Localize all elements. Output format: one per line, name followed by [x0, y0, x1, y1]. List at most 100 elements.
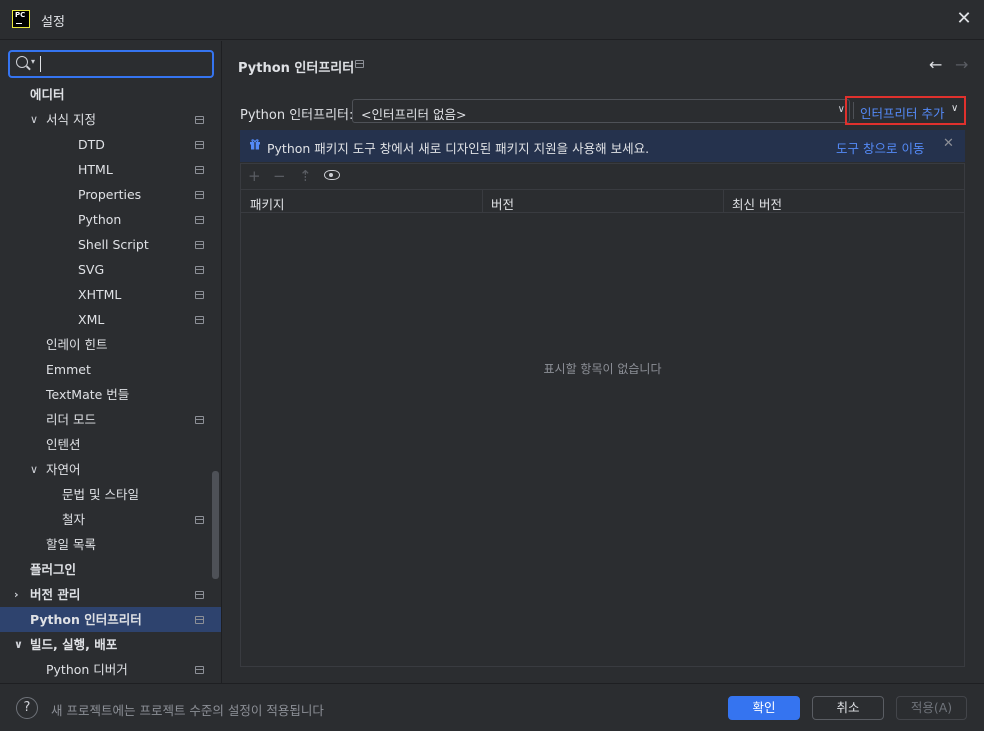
- chevron-down-icon[interactable]: ∨: [30, 457, 38, 482]
- project-scope-icon: [195, 166, 204, 174]
- banner-text: Python 패키지 도구 창에서 새로 디자인된 패키지 지원을 사용해 보세…: [267, 141, 650, 156]
- sidebar-item-label: 할일 목록: [46, 537, 96, 552]
- gift-icon: [250, 139, 260, 150]
- sidebar-item[interactable]: 에디터: [0, 82, 221, 107]
- sidebar-item[interactable]: DTD: [0, 132, 221, 157]
- packages-toolbar: + − ⇡: [241, 164, 964, 189]
- sidebar-item-label: 플러그인: [30, 562, 77, 577]
- sidebar-item[interactable]: › 버전 관리: [0, 582, 221, 607]
- cancel-button[interactable]: 취소: [812, 696, 884, 720]
- ok-button[interactable]: 확인: [728, 696, 800, 720]
- sidebar-item[interactable]: ∨ 빌드, 실행, 배포: [0, 632, 221, 657]
- show-early-releases-eye-icon[interactable]: [324, 170, 340, 180]
- back-arrow-icon[interactable]: ←: [929, 55, 942, 74]
- forward-arrow-icon[interactable]: →: [955, 55, 968, 74]
- sidebar-item-label: XHTML: [78, 287, 122, 302]
- add-package-icon[interactable]: +: [248, 167, 261, 185]
- sidebar-item[interactable]: Python 인터프리터: [0, 607, 221, 632]
- project-scope-icon: [195, 266, 204, 274]
- page-title: Python 인터프리터: [238, 61, 355, 76]
- sidebar-item-label: 인텐션: [46, 437, 81, 452]
- sidebar-item-label: Python 디버거: [46, 662, 128, 677]
- chevron-right-icon[interactable]: ›: [14, 582, 19, 607]
- close-icon[interactable]: ✕: [954, 8, 974, 30]
- sidebar-item-label: 버전 관리: [30, 587, 81, 602]
- search-history-dropdown-icon[interactable]: ▾: [31, 57, 35, 66]
- add-interpreter-button[interactable]: 인터프리터 추가 ∨: [845, 96, 966, 125]
- column-header-package[interactable]: 패키지: [250, 194, 285, 213]
- open-tool-window-link[interactable]: 도구 창으로 이동: [836, 138, 924, 157]
- dialog-footer: ? 새 프로젝트에는 프로젝트 수준의 설정이 적용됩니다 확인 취소 적용(A…: [0, 683, 984, 731]
- project-scope-icon: [195, 116, 204, 124]
- title-bar: PC 설정 ✕: [0, 0, 984, 40]
- remove-package-icon[interactable]: −: [273, 167, 286, 185]
- sidebar-item[interactable]: HTML: [0, 157, 221, 182]
- project-scope-icon: [195, 141, 204, 149]
- settings-search-input[interactable]: ▾: [8, 50, 214, 78]
- add-interpreter-label: 인터프리터 추가: [860, 106, 945, 121]
- sidebar-item-label: 서식 지정: [46, 112, 96, 127]
- sidebar-item-label: 문법 및 스타일: [62, 487, 139, 502]
- sidebar-scrollbar[interactable]: [212, 471, 219, 579]
- interpreter-select-value: <인터프리터 없음>: [361, 107, 467, 122]
- upgrade-package-icon[interactable]: ⇡: [299, 167, 312, 185]
- sidebar-item-label: Shell Script: [78, 237, 149, 252]
- sidebar-item-label: Emmet: [46, 362, 91, 377]
- sidebar-item-label: 빌드, 실행, 배포: [30, 637, 118, 652]
- sidebar-item[interactable]: Shell Script: [0, 232, 221, 257]
- text-cursor: [40, 56, 41, 72]
- sidebar-item[interactable]: ∨ 서식 지정: [0, 107, 221, 132]
- project-scope-icon: [195, 591, 204, 599]
- project-scope-icon: [195, 416, 204, 424]
- column-header-version[interactable]: 버전: [491, 194, 514, 213]
- chevron-down-icon[interactable]: ∨: [14, 632, 23, 657]
- project-scope-icon: [355, 60, 364, 68]
- sidebar-item-label: 자연어: [46, 462, 81, 477]
- packages-table-header: 패키지 버전 최신 버전: [241, 189, 964, 213]
- sidebar-item[interactable]: 플러그인: [0, 557, 221, 582]
- sidebar-item[interactable]: 인텐션: [0, 432, 221, 457]
- help-icon[interactable]: ?: [16, 697, 38, 719]
- apply-button[interactable]: 적용(A): [896, 696, 967, 720]
- packages-panel: + − ⇡ 패키지 버전 최신 버전 표시할 항목이 없습니다: [240, 163, 965, 667]
- sidebar-item[interactable]: Properties: [0, 182, 221, 207]
- info-banner: Python 패키지 도구 창에서 새로 디자인된 패키지 지원을 사용해 보세…: [240, 130, 965, 162]
- project-scope-icon: [195, 516, 204, 524]
- dismiss-banner-icon[interactable]: ✕: [943, 136, 954, 151]
- search-icon: [16, 56, 28, 68]
- chevron-down-icon: ∨: [837, 104, 845, 115]
- project-scope-icon: [195, 191, 204, 199]
- column-divider[interactable]: [482, 190, 483, 213]
- sidebar-item[interactable]: 할일 목록: [0, 532, 221, 557]
- project-scope-icon: [195, 666, 204, 674]
- sidebar-item[interactable]: Python: [0, 207, 221, 232]
- sidebar-item[interactable]: Emmet: [0, 357, 221, 382]
- empty-table-message: 표시할 항목이 없습니다: [543, 362, 662, 376]
- divider: [853, 102, 854, 119]
- column-divider[interactable]: [723, 190, 724, 213]
- column-header-latest-version[interactable]: 최신 버전: [732, 194, 782, 213]
- sidebar-item[interactable]: 인레이 힌트: [0, 332, 221, 357]
- sidebar-item[interactable]: ∨ 자연어: [0, 457, 221, 482]
- sidebar-item[interactable]: TextMate 번들: [0, 382, 221, 407]
- sidebar-item-label: XML: [78, 312, 105, 327]
- sidebar-item-label: Python 인터프리터: [30, 612, 142, 627]
- project-scope-icon: [195, 316, 204, 324]
- sidebar-item[interactable]: SVG: [0, 257, 221, 282]
- sidebar-item-label: HTML: [78, 162, 113, 177]
- sidebar-item[interactable]: 문법 및 스타일: [0, 482, 221, 507]
- sidebar-item-label: 철자: [62, 512, 86, 527]
- sidebar-item[interactable]: Python 디버거: [0, 657, 221, 682]
- sidebar-item[interactable]: 리더 모드: [0, 407, 221, 432]
- project-scope-icon: [195, 216, 204, 224]
- footer-note: 새 프로젝트에는 프로젝트 수준의 설정이 적용됩니다: [51, 703, 324, 718]
- sidebar-item[interactable]: XML: [0, 307, 221, 332]
- sidebar-item-label: Python: [78, 212, 122, 227]
- interpreter-select[interactable]: <인터프리터 없음> ∨: [352, 99, 850, 123]
- window-title: 설정: [41, 15, 65, 30]
- chevron-down-icon[interactable]: ∨: [30, 107, 38, 132]
- sidebar-item[interactable]: XHTML: [0, 282, 221, 307]
- project-scope-icon: [195, 616, 204, 624]
- sidebar-item[interactable]: 철자: [0, 507, 221, 532]
- sidebar-item-label: 에디터: [30, 87, 65, 102]
